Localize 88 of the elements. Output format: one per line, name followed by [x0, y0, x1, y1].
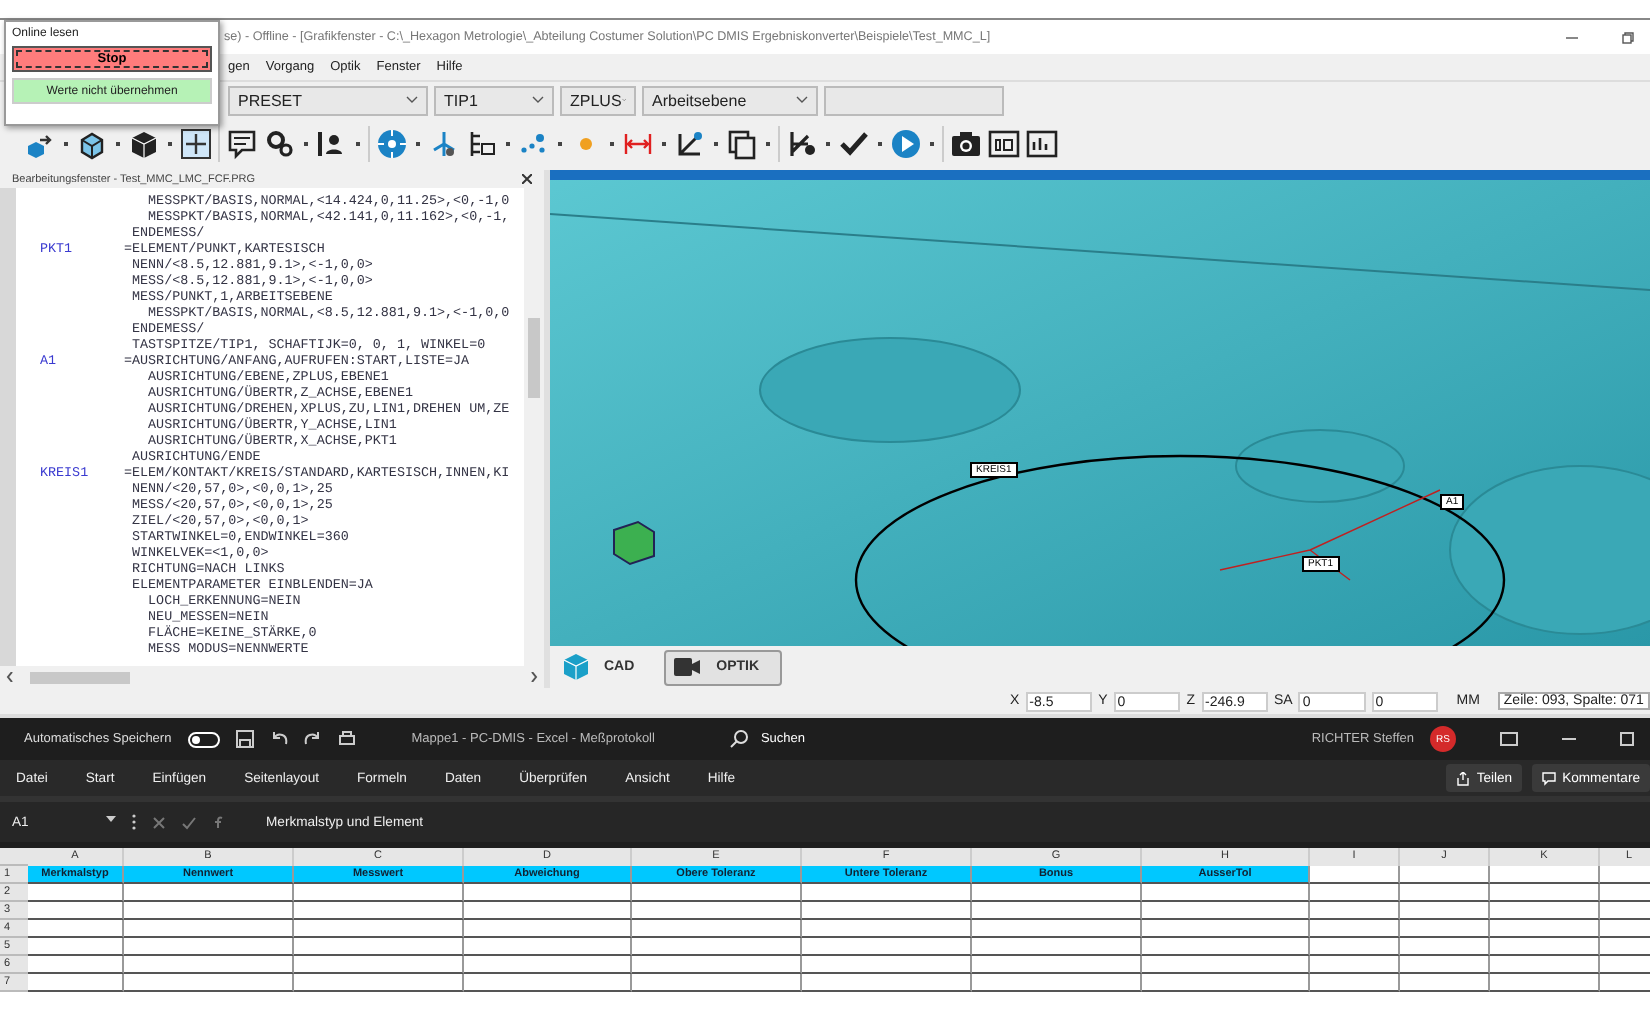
table-cell [1400, 884, 1490, 902]
chevron-icon [532, 96, 544, 104]
caret-icon[interactable] [928, 140, 936, 148]
caret-icon[interactable] [608, 140, 616, 148]
table-cell [1400, 938, 1490, 956]
check-icon[interactable] [182, 815, 196, 829]
cube-icon[interactable] [128, 128, 160, 160]
function-icon[interactable] [212, 815, 226, 829]
scrollbar-thumb[interactable] [30, 671, 130, 683]
table-cell [1490, 956, 1600, 974]
caret-icon[interactable] [660, 140, 668, 148]
caret-icon[interactable] [824, 140, 832, 148]
table-cell [1310, 974, 1400, 992]
table-cell [1490, 902, 1600, 920]
print-icon[interactable] [337, 730, 356, 748]
angle-icon[interactable] [674, 128, 706, 160]
cube-outline-icon[interactable] [76, 128, 108, 160]
target-icon[interactable] [376, 128, 408, 160]
close-icon[interactable] [522, 174, 532, 184]
dropdown[interactable]: Arbeitsebene [642, 85, 818, 115]
caret-icon[interactable] [504, 140, 512, 148]
undo-icon[interactable] [269, 730, 288, 748]
chart-window-icon[interactable] [1026, 128, 1058, 160]
table-cell [28, 974, 124, 992]
play-icon[interactable] [890, 128, 922, 160]
caret-icon[interactable] [712, 140, 720, 148]
table-cell [1400, 902, 1490, 920]
gears-icon[interactable] [264, 128, 296, 160]
window-icon[interactable] [988, 128, 1020, 160]
caret-icon[interactable] [354, 140, 362, 148]
table-cell [28, 938, 124, 956]
autosave-toggle[interactable] [187, 731, 220, 747]
table-cell [1490, 938, 1600, 956]
check-icon[interactable] [838, 128, 870, 160]
scrollbar-thumb[interactable] [528, 318, 540, 398]
chevron-icon [406, 96, 418, 104]
cube-icon [564, 654, 588, 680]
share-icon [1456, 771, 1471, 785]
caret-icon[interactable] [414, 140, 422, 148]
table-cell [1400, 920, 1490, 938]
table-cell [1400, 866, 1490, 884]
table-cell [1490, 866, 1600, 884]
dropdown-icon[interactable] [106, 815, 116, 823]
restore-icon[interactable] [1622, 31, 1634, 43]
axes-icon[interactable] [428, 128, 460, 160]
table-cell [1400, 956, 1490, 974]
path-icon[interactable] [786, 128, 818, 160]
table-cell [28, 920, 124, 938]
bracket-icon[interactable] [466, 128, 498, 160]
table-cell [28, 884, 124, 902]
redo-icon[interactable] [303, 730, 322, 748]
dropdown[interactable]: PRESET [228, 85, 428, 115]
dropdown[interactable]: TIP1 [434, 85, 554, 115]
table-cell [28, 902, 124, 920]
table-cell [28, 956, 124, 974]
save-icon[interactable] [235, 730, 254, 748]
distance-icon[interactable] [622, 128, 654, 160]
table-cell [1490, 920, 1600, 938]
dropdown[interactable]: ZPLUS [560, 85, 636, 115]
table-cell [1490, 884, 1600, 902]
comment-icon[interactable] [226, 128, 258, 160]
chevron-icon [796, 96, 808, 104]
table-cell [1490, 974, 1600, 992]
copy-icon[interactable] [726, 128, 758, 160]
caret-icon[interactable] [166, 140, 174, 148]
table-cell [1310, 938, 1400, 956]
move-icon[interactable] [180, 128, 212, 160]
ribbon-display-icon[interactable] [1500, 732, 1518, 746]
table-cell [1310, 920, 1400, 938]
table-cell [1310, 884, 1400, 902]
caret-icon[interactable] [302, 140, 310, 148]
minimize-icon[interactable] [1562, 732, 1576, 746]
camera-icon[interactable] [950, 128, 982, 160]
table-cell [1400, 974, 1490, 992]
caret-icon[interactable] [764, 140, 772, 148]
table-cell [1310, 866, 1400, 884]
cancel-icon[interactable] [152, 815, 166, 829]
caret-icon[interactable] [62, 140, 70, 148]
search-icon[interactable] [730, 730, 749, 748]
caret-icon[interactable] [114, 140, 122, 148]
maximize-icon[interactable] [1620, 732, 1634, 746]
caret-icon[interactable] [556, 140, 564, 148]
video-camera-icon [674, 658, 701, 676]
caret-icon[interactable] [876, 140, 884, 148]
comment-icon [1542, 771, 1557, 785]
table-cell [1310, 902, 1400, 920]
table-cell [1310, 956, 1400, 974]
person-icon[interactable] [316, 128, 348, 160]
